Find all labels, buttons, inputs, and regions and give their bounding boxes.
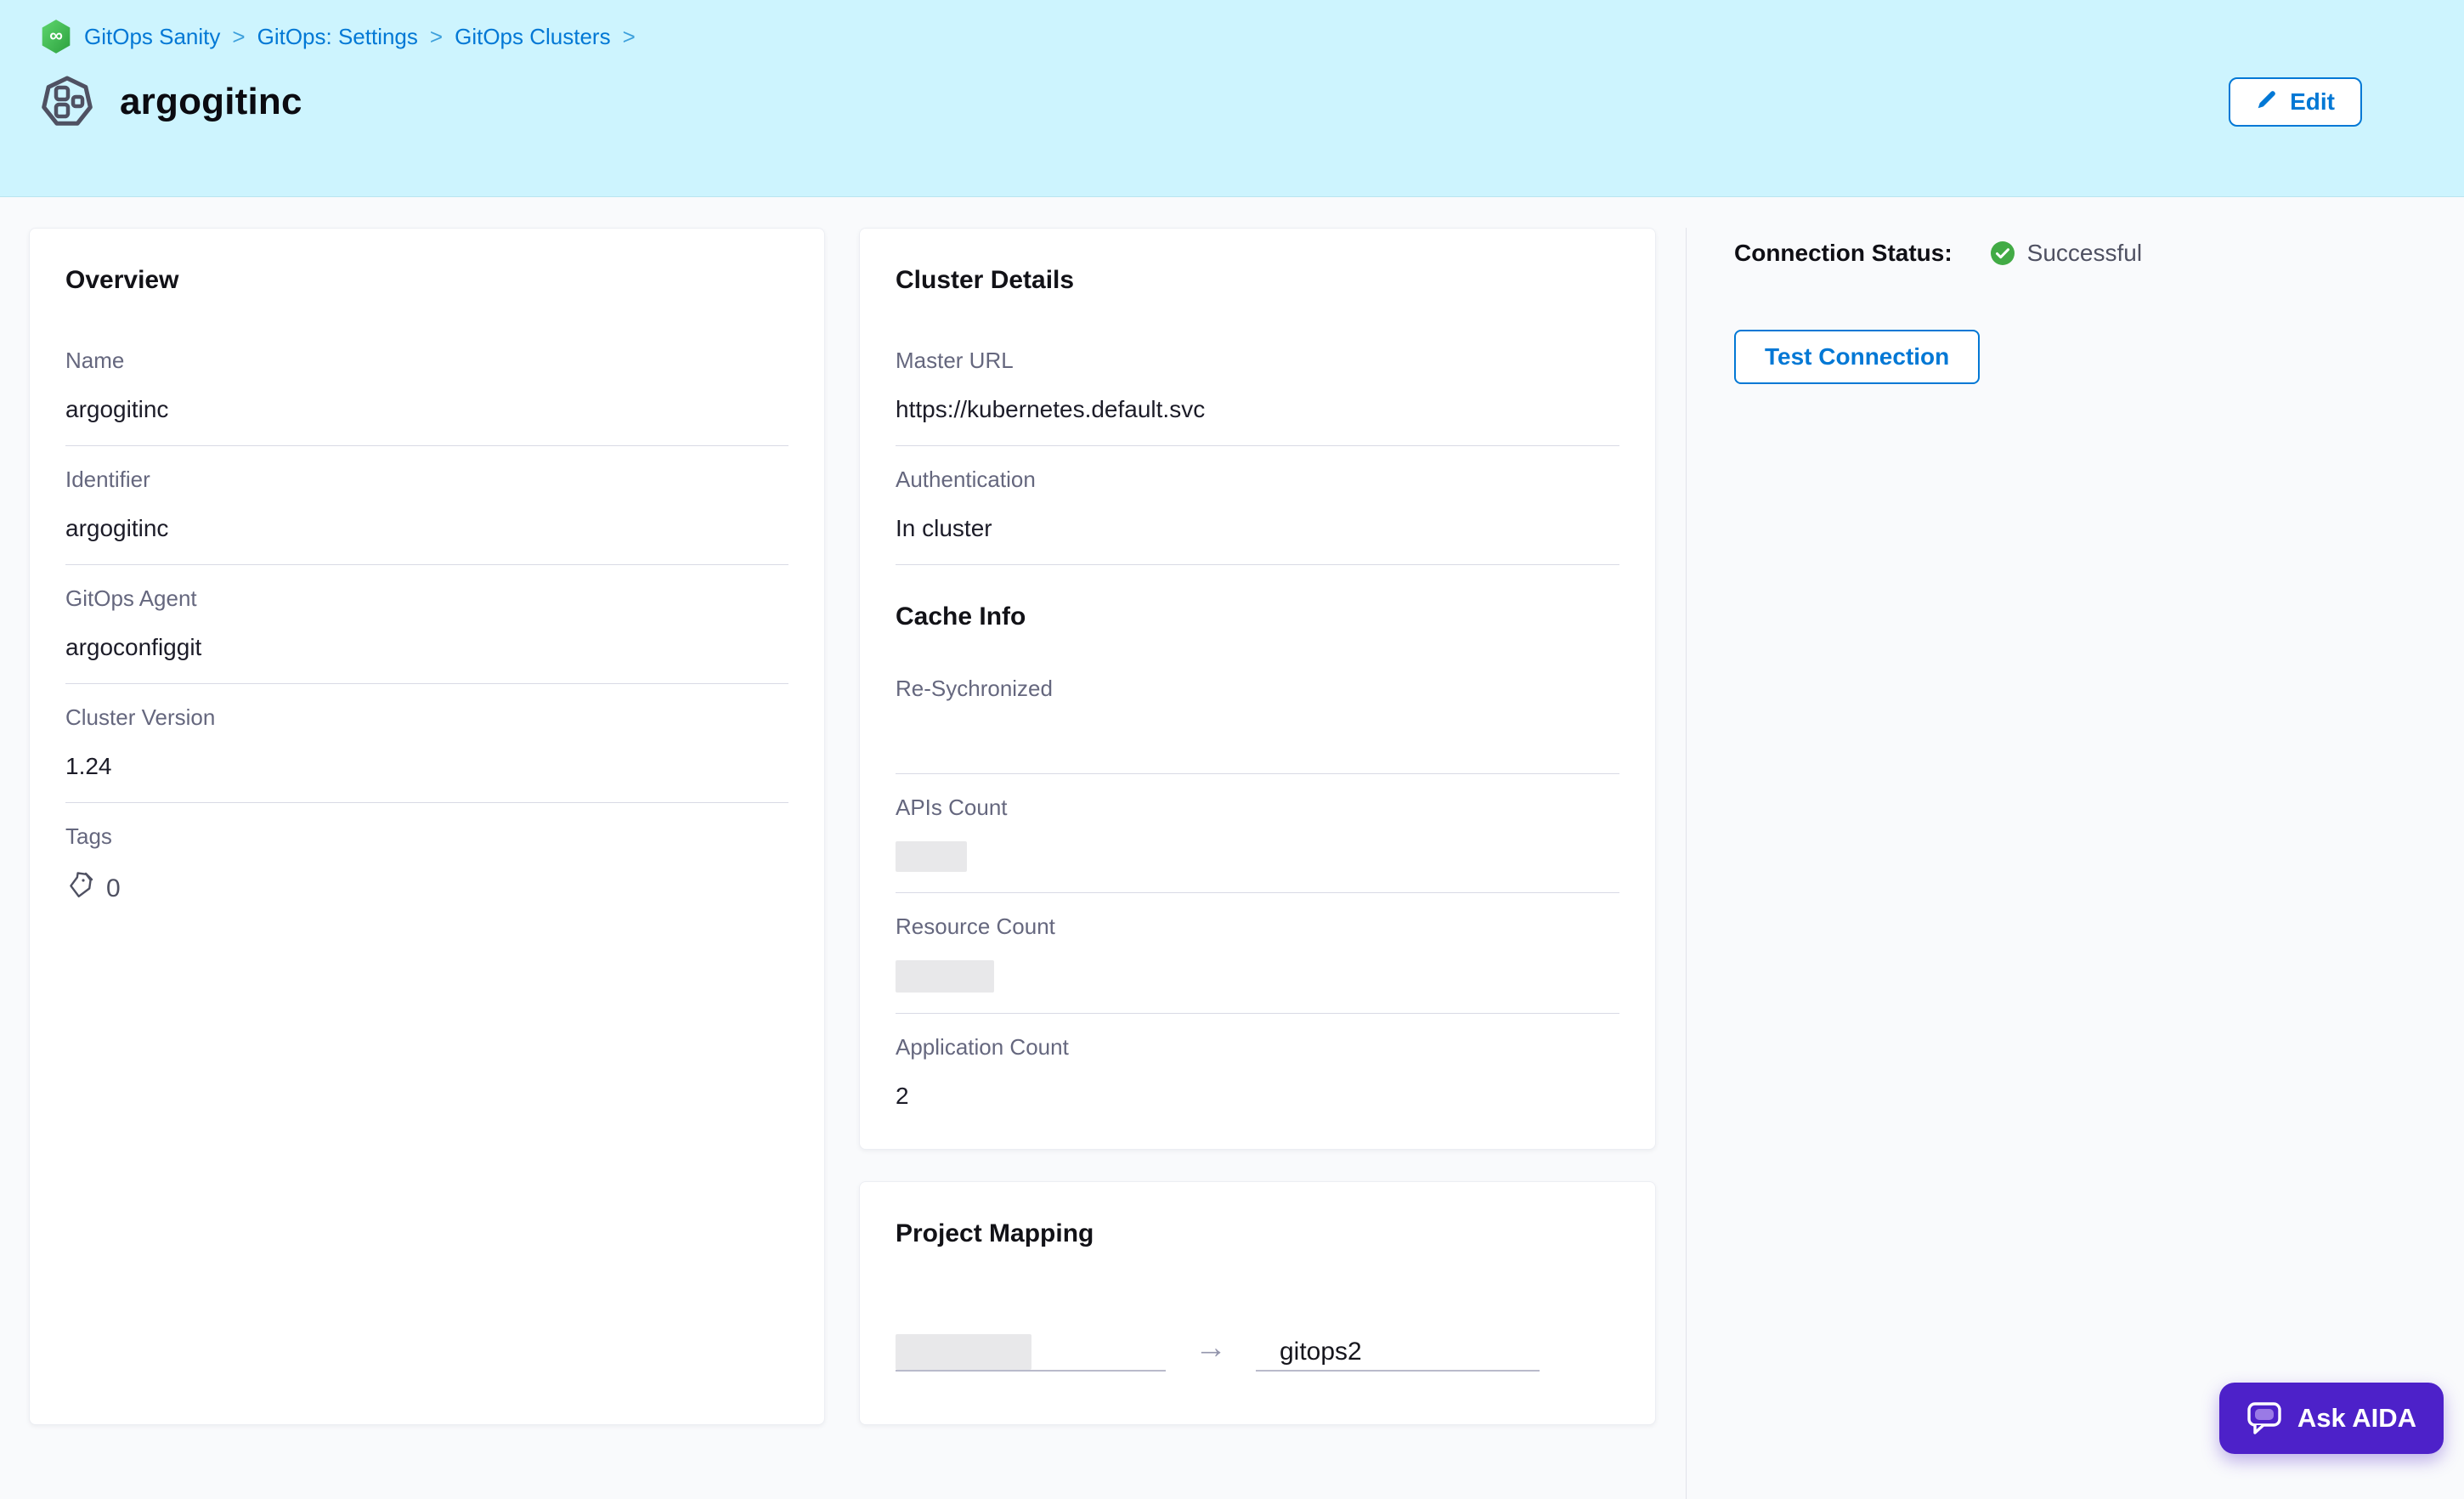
field-tags: Tags 0 — [65, 823, 788, 908]
edit-pencil-icon — [2256, 88, 2278, 116]
field-label: APIs Count — [896, 795, 1619, 821]
field-value: argogitinc — [65, 513, 788, 544]
field-re-sychronized: Re-Sychronized — [896, 676, 1619, 774]
field-label: Resource Count — [896, 914, 1619, 940]
field-value: In cluster — [896, 513, 1619, 544]
field-gitops-agent: GitOps Agent argoconfiggit — [65, 585, 788, 684]
project-mapping-card: Project Mapping → gitops2 — [859, 1181, 1656, 1425]
breadcrumb-separator: > — [430, 24, 443, 50]
redacted-value — [896, 960, 994, 993]
connection-panel: Connection Status: Successful Test Conne… — [1686, 228, 2464, 1499]
field-value: https://kubernetes.default.svc — [896, 394, 1619, 425]
breadcrumb-link-gitops-sanity[interactable]: GitOps Sanity — [84, 24, 220, 50]
cluster-icon — [40, 75, 94, 129]
ask-aida-button[interactable]: Ask AIDA — [2219, 1383, 2444, 1454]
project-mapping-card-title: Project Mapping — [896, 1219, 1619, 1248]
overview-card: Overview Name argogitinc Identifier argo… — [29, 228, 825, 1425]
tags-count: 0 — [65, 870, 788, 908]
content-area: Overview Name argogitinc Identifier argo… — [0, 197, 2464, 1468]
field-label: Authentication — [896, 467, 1619, 493]
field-label: GitOps Agent — [65, 585, 788, 612]
breadcrumb-link-gitops-settings[interactable]: GitOps: Settings — [257, 24, 418, 50]
mapping-destination-field[interactable]: gitops2 — [1256, 1334, 1540, 1372]
redacted-value — [896, 1334, 1031, 1370]
field-resource-count: Resource Count — [896, 914, 1619, 1014]
breadcrumb-separator: > — [232, 24, 245, 50]
field-label: Identifier — [65, 467, 788, 493]
edit-button-label: Edit — [2290, 88, 2335, 116]
redacted-value — [896, 841, 967, 872]
chat-bubble-icon — [2246, 1400, 2284, 1436]
field-application-count: Application Count 2 — [896, 1034, 1619, 1112]
mapping-source-field[interactable] — [896, 1334, 1166, 1372]
field-label: Application Count — [896, 1034, 1619, 1061]
cluster-details-card: Cluster Details Master URL https://kuber… — [859, 228, 1656, 1150]
title-row: argogitinc Edit — [40, 75, 2464, 129]
cluster-details-card-title: Cluster Details — [896, 266, 1619, 295]
field-cluster-version: Cluster Version 1.24 — [65, 704, 788, 803]
field-authentication: Authentication In cluster — [896, 467, 1619, 565]
test-connection-button[interactable]: Test Connection — [1734, 330, 1980, 384]
field-value: argoconfiggit — [65, 632, 788, 663]
field-apis-count: APIs Count — [896, 795, 1619, 893]
success-check-icon — [1953, 240, 2015, 266]
page-header: ∞ GitOps Sanity > GitOps: Settings > Git… — [0, 0, 2464, 197]
cache-info-section-title: Cache Info — [896, 602, 1619, 631]
field-value: argogitinc — [65, 394, 788, 425]
page-title: argogitinc — [120, 81, 302, 123]
field-label: Master URL — [896, 348, 1619, 374]
mapping-arrow-icon: → — [1195, 1330, 1227, 1372]
ask-aida-label: Ask AIDA — [2297, 1403, 2416, 1434]
connection-status-value: Successful — [2027, 240, 2142, 267]
field-label: Cluster Version — [65, 704, 788, 731]
project-mapping-row: → gitops2 — [896, 1330, 1619, 1387]
field-master-url: Master URL https://kubernetes.default.sv… — [896, 348, 1619, 446]
field-name: Name argogitinc — [65, 348, 788, 446]
edit-button[interactable]: Edit — [2229, 77, 2362, 127]
field-identifier: Identifier argogitinc — [65, 467, 788, 565]
field-label: Re-Sychronized — [896, 676, 1619, 702]
breadcrumb: ∞ GitOps Sanity > GitOps: Settings > Git… — [40, 19, 2464, 54]
breadcrumb-separator: > — [623, 24, 636, 50]
field-label: Name — [65, 348, 788, 374]
tags-count-value: 0 — [106, 874, 121, 903]
field-value: 2 — [896, 1081, 1619, 1112]
connection-status-row: Connection Status: Successful — [1734, 240, 2430, 267]
gitops-module-icon: ∞ — [40, 19, 72, 54]
tags-icon — [65, 870, 96, 908]
overview-card-title: Overview — [65, 266, 788, 295]
breadcrumb-link-gitops-clusters[interactable]: GitOps Clusters — [455, 24, 611, 50]
svg-text:∞: ∞ — [49, 25, 63, 46]
field-label: Tags — [65, 823, 788, 850]
field-value-empty — [896, 722, 1619, 753]
connection-status-label: Connection Status: — [1734, 240, 1953, 267]
field-value: 1.24 — [65, 751, 788, 782]
